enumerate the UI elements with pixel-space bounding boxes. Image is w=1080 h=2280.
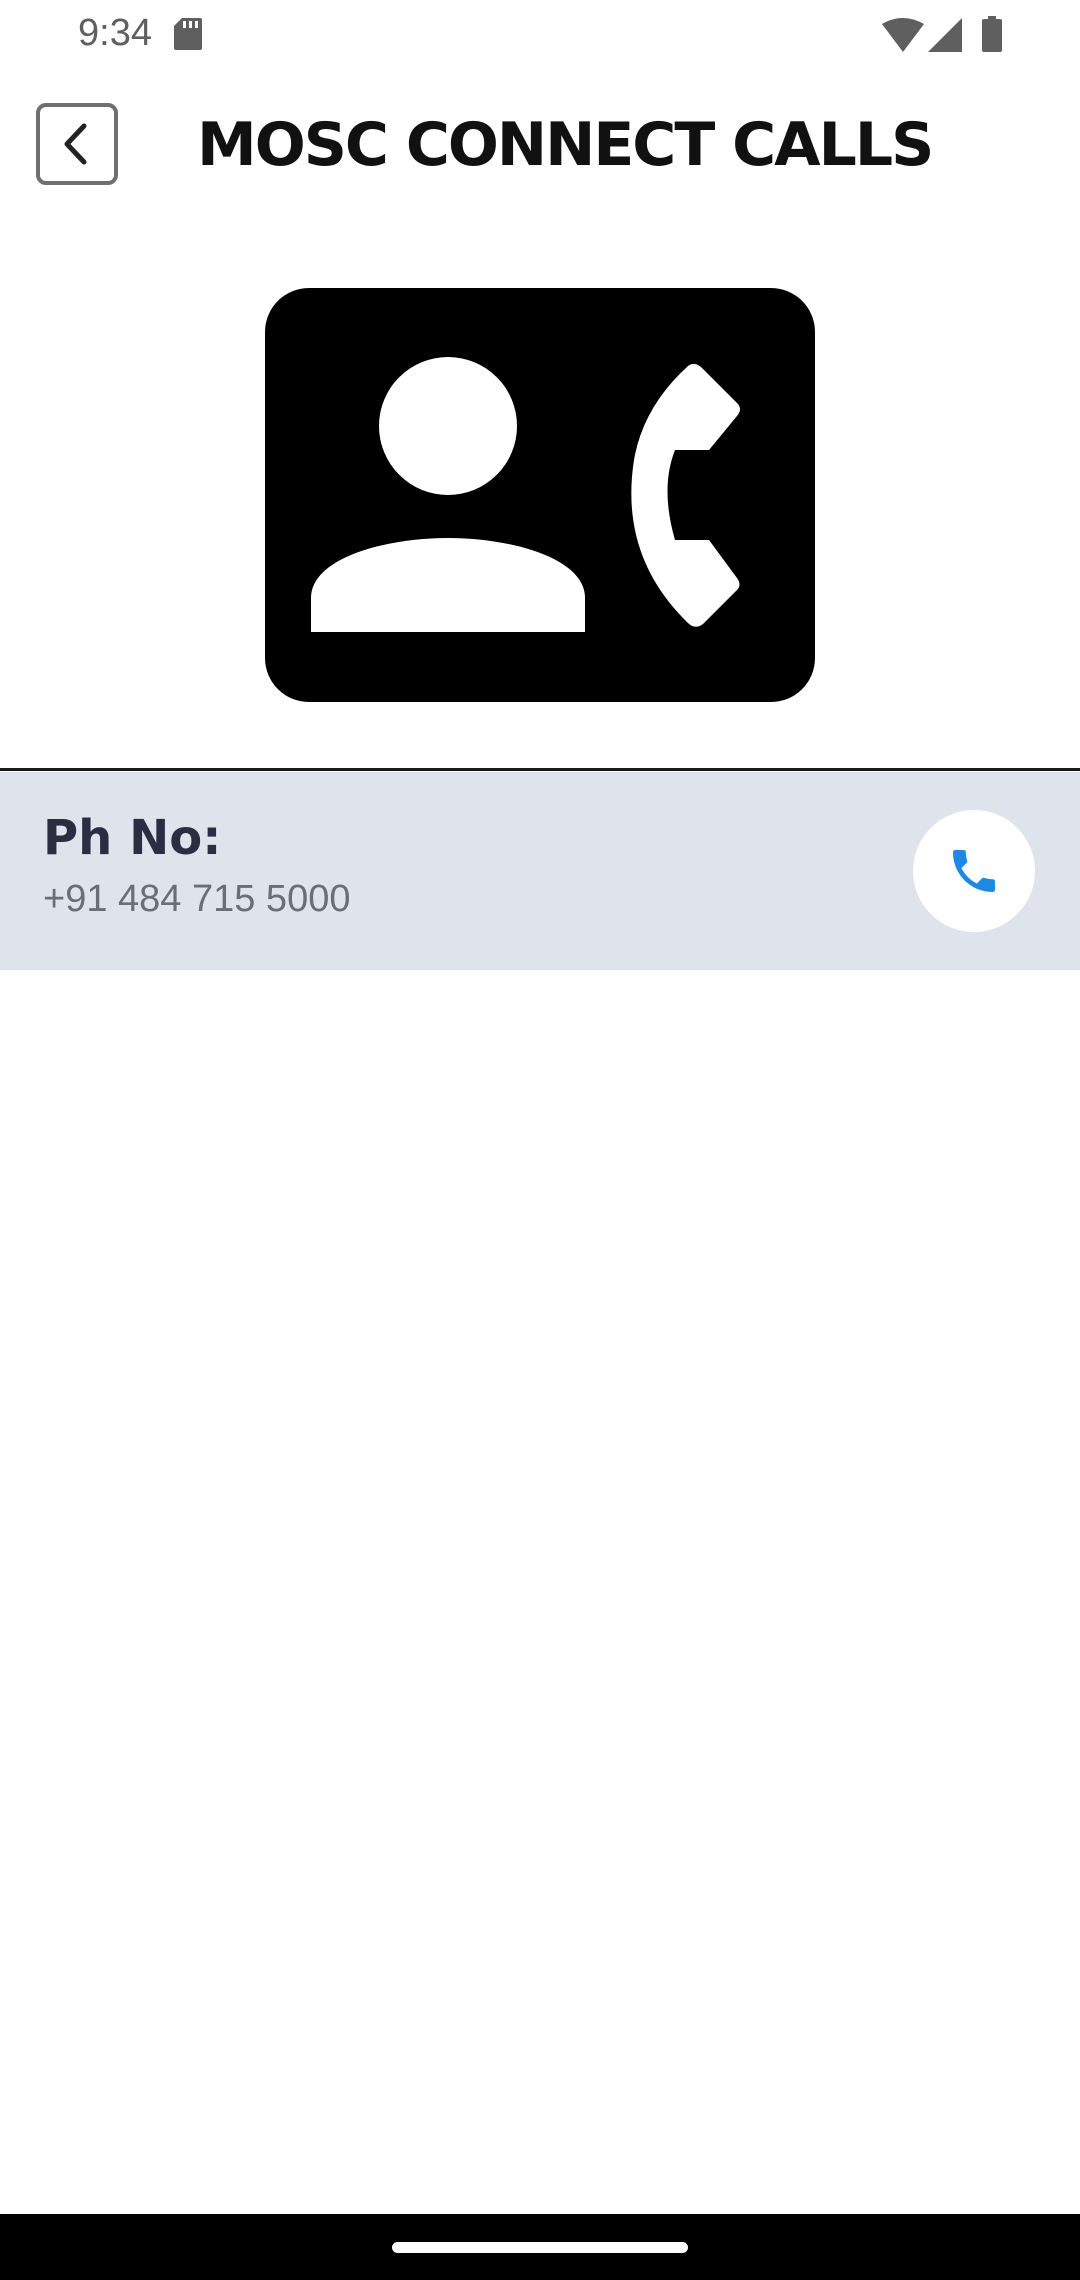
divider xyxy=(0,768,1080,771)
phone-row: Ph No: +91 484 715 5000 xyxy=(0,772,1080,970)
status-bar: 9:34 xyxy=(0,0,1080,72)
contact-phone-icon xyxy=(265,288,815,702)
app-bar: MOSC CONNECT CALLS xyxy=(0,72,1080,222)
call-button[interactable] xyxy=(913,810,1035,932)
sd-card-icon xyxy=(174,18,202,50)
home-gesture-handle[interactable] xyxy=(392,2242,688,2253)
phone-icon xyxy=(953,850,995,892)
back-button[interactable] xyxy=(36,103,118,185)
wifi-icon xyxy=(882,18,924,52)
signal-icon xyxy=(928,18,962,52)
navigation-bar xyxy=(0,2214,1080,2280)
phone-label: Ph No: xyxy=(43,810,222,866)
status-time: 9:34 xyxy=(78,12,152,54)
phone-number: +91 484 715 5000 xyxy=(43,878,351,920)
page-title: MOSC CONNECT CALLS xyxy=(197,110,934,180)
screen: 9:34 MOSC CONNECT CALLS Ph No: +91 484 7… xyxy=(0,0,1080,2280)
battery-icon xyxy=(982,16,1002,52)
chevron-left-icon xyxy=(64,123,87,165)
